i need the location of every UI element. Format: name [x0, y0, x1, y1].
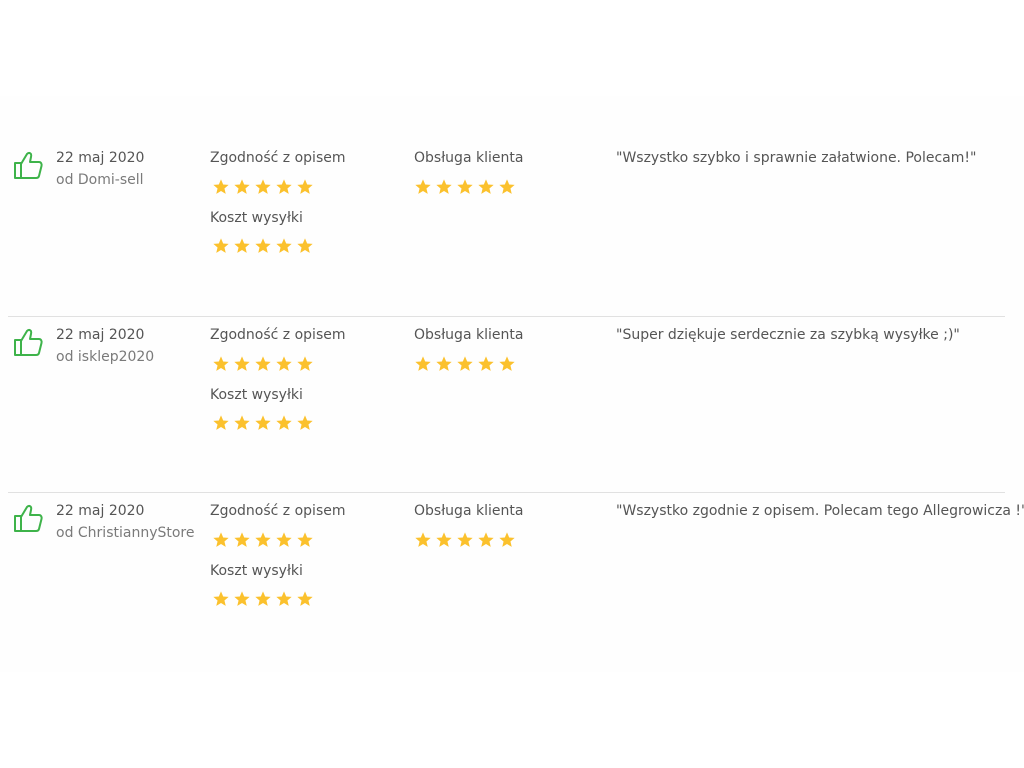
shipping-cost-rating: [212, 414, 314, 432]
customer-service-label: Obsługa klienta: [414, 327, 524, 343]
star-icon: [234, 415, 250, 430]
star-icon: [415, 356, 431, 371]
star-icon: [499, 532, 515, 547]
star-icon: [234, 532, 250, 547]
review-comment: "Wszystko zgodnie z opisem. Polecam tego…: [616, 503, 1024, 519]
shipping-cost-rating: [212, 237, 314, 255]
review-comment: "Wszystko szybko i sprawnie załatwione. …: [616, 150, 977, 166]
star-icon: [276, 532, 292, 547]
star-icon: [255, 238, 271, 253]
star-icon: [234, 591, 250, 606]
review-item: 22 maj 2020 od Domi-sell Zgodność z opis…: [8, 140, 1005, 316]
star-icon: [255, 591, 271, 606]
star-icon: [276, 238, 292, 253]
star-icon: [234, 356, 250, 371]
star-icon: [213, 532, 229, 547]
description-accuracy-label: Zgodność z opisem: [210, 150, 346, 166]
star-icon: [255, 356, 271, 371]
star-icon: [436, 179, 452, 194]
description-accuracy-rating: [212, 355, 314, 373]
shipping-cost-rating: [212, 590, 314, 608]
star-icon: [297, 238, 313, 253]
star-icon: [297, 179, 313, 194]
customer-service-rating: [414, 355, 516, 373]
star-icon: [478, 532, 494, 547]
star-icon: [297, 532, 313, 547]
star-icon: [255, 532, 271, 547]
description-accuracy-label: Zgodność z opisem: [210, 327, 346, 343]
star-icon: [457, 179, 473, 194]
star-icon: [297, 415, 313, 430]
customer-service-label: Obsługa klienta: [414, 150, 524, 166]
review-author: od isklep2020: [56, 349, 155, 365]
star-icon: [234, 238, 250, 253]
shipping-cost-label: Koszt wysyłki: [210, 387, 303, 403]
review-comment: "Super dziękuje serdecznie za szybką wys…: [616, 327, 960, 343]
star-icon: [436, 356, 452, 371]
star-icon: [415, 179, 431, 194]
star-icon: [213, 356, 229, 371]
star-icon: [415, 532, 431, 547]
star-icon: [213, 415, 229, 430]
star-icon: [499, 179, 515, 194]
description-accuracy-rating: [212, 531, 314, 549]
star-icon: [276, 415, 292, 430]
star-icon: [499, 356, 515, 371]
shipping-cost-label: Koszt wysyłki: [210, 210, 303, 226]
review-date: 22 maj 2020: [56, 327, 145, 343]
thumbs-up-icon: [14, 152, 43, 179]
review-author: od Domi-sell: [56, 172, 144, 188]
description-accuracy-rating: [212, 178, 314, 196]
star-icon: [478, 179, 494, 194]
customer-service-label: Obsługa klienta: [414, 503, 524, 519]
star-icon: [276, 356, 292, 371]
star-icon: [297, 356, 313, 371]
star-icon: [457, 356, 473, 371]
star-icon: [478, 356, 494, 371]
review-date: 22 maj 2020: [56, 150, 145, 166]
shipping-cost-label: Koszt wysyłki: [210, 563, 303, 579]
star-icon: [255, 415, 271, 430]
star-icon: [436, 532, 452, 547]
description-accuracy-label: Zgodność z opisem: [210, 503, 346, 519]
customer-service-rating: [414, 531, 516, 549]
star-icon: [457, 532, 473, 547]
customer-service-rating: [414, 178, 516, 196]
thumbs-up-icon: [14, 329, 43, 356]
review-item: 22 maj 2020 od ChristiannyStore Zgodność…: [8, 492, 1024, 669]
star-icon: [213, 179, 229, 194]
review-date: 22 maj 2020: [56, 503, 145, 519]
star-icon: [297, 591, 313, 606]
review-author: od ChristiannyStore: [56, 525, 195, 541]
review-item: 22 maj 2020 od isklep2020 Zgodność z opi…: [8, 316, 1005, 493]
star-icon: [234, 179, 250, 194]
thumbs-up-icon: [14, 505, 43, 532]
star-icon: [276, 179, 292, 194]
star-icon: [213, 238, 229, 253]
star-icon: [276, 591, 292, 606]
star-icon: [213, 591, 229, 606]
star-icon: [255, 179, 271, 194]
